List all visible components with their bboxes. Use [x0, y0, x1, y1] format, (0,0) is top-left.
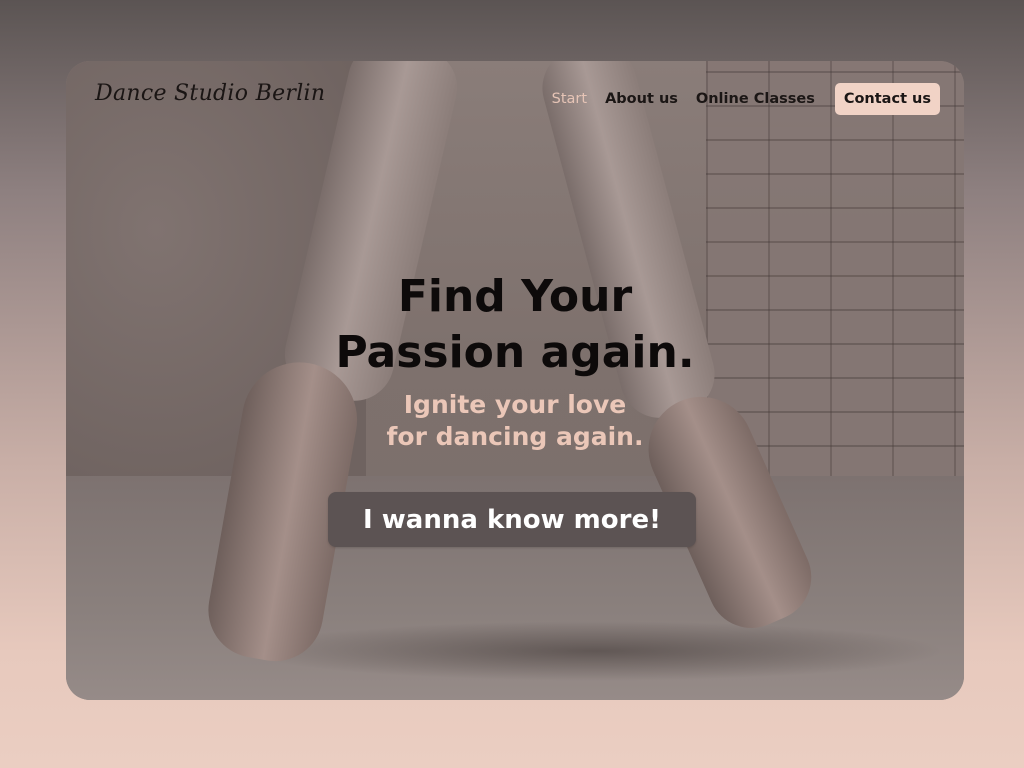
- top-navigation: Dance Studio Berlin Start About us Onlin…: [66, 61, 964, 141]
- brand-logo[interactable]: Dance Studio Berlin: [95, 81, 325, 106]
- hero-title-line-1: Find Your: [397, 271, 633, 322]
- hero-subtitle-line-1: Ignite your love: [403, 390, 627, 419]
- nav-item-online-classes[interactable]: Online Classes: [696, 91, 815, 107]
- know-more-button[interactable]: I wanna know more!: [328, 492, 696, 547]
- nav-links: Start About us Online Classes Contact us: [534, 83, 940, 115]
- contact-us-button[interactable]: Contact us: [834, 83, 940, 115]
- hero-title: Find Your Passion again.: [66, 269, 964, 381]
- nav-item-start[interactable]: Start: [552, 91, 587, 107]
- hero-subtitle-line-2: for dancing again.: [386, 422, 644, 451]
- nav-item-about-us[interactable]: About us: [605, 91, 678, 107]
- hero-card: Dance Studio Berlin Start About us Onlin…: [66, 61, 964, 700]
- hero-title-line-2: Passion again.: [335, 327, 695, 378]
- floor-shadow: [246, 621, 946, 681]
- hero-subtitle: Ignite your love for dancing again.: [66, 389, 964, 453]
